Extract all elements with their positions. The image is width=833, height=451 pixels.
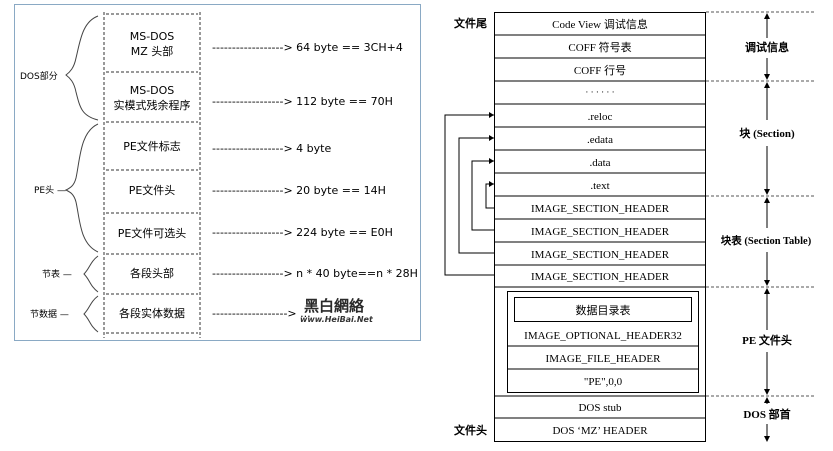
size-mz: ------------------> 64 byte == 3CH+4 xyxy=(212,41,403,54)
row-data: .data xyxy=(589,157,610,169)
label-file-start: 文件头 xyxy=(454,423,487,437)
arrow-header1-to-text xyxy=(485,183,494,209)
cell-mz-line1: MS-DOS xyxy=(130,30,175,43)
label-file-end: 文件尾 xyxy=(454,16,487,30)
row-ellipsis: · · · · · · xyxy=(585,87,614,97)
group-label-pe: PE头 — xyxy=(34,185,66,196)
right-rows: Code View 调试信息 COFF 符号表 COFF 行号 · · · · … xyxy=(524,17,682,437)
row-section-header-1: IMAGE_SECTION_HEADER xyxy=(531,203,670,215)
row-optional-header: IMAGE_OPTIONAL_HEADER32 xyxy=(524,330,682,342)
arrow-header2-to-data xyxy=(471,160,494,231)
size-section-headers: ------------------> n * 40 byte==n * 28H xyxy=(212,267,418,280)
row-section-header-2: IMAGE_SECTION_HEADER xyxy=(531,226,670,238)
group-label-dos: DOS部分 xyxy=(20,70,58,82)
bracket-label-section: 块 (Section) xyxy=(739,126,795,140)
diagram-canvas: DOS部分 PE头 — 节表 — 节数据 — MS-DOS MZ 头部 MS-D… xyxy=(14,4,815,442)
row-section-header-4: IMAGE_SECTION_HEADER xyxy=(531,271,670,283)
size-pe-sig: ------------------> 4 byte xyxy=(212,142,331,155)
row-dos-mz-header: DOS ‘MZ’ HEADER xyxy=(552,425,648,437)
section-pointer-arrowheads xyxy=(489,112,494,187)
left-panel-border xyxy=(14,4,421,341)
row-pe-signature: "PE",0,0 xyxy=(584,376,623,388)
cell-stub-line1: MS-DOS xyxy=(130,84,175,97)
row-edata: .edata xyxy=(587,134,613,146)
row-section-header-3: IMAGE_SECTION_HEADER xyxy=(531,249,670,261)
row-file-header: IMAGE_FILE_HEADER xyxy=(546,353,662,365)
cell-section-headers: 各段头部 xyxy=(130,266,174,280)
row-text: .text xyxy=(590,180,609,192)
watermark-top: 黑白網絡 xyxy=(304,297,365,315)
cell-pe-header: PE文件头 xyxy=(129,183,176,197)
row-coff-symbols: COFF 符号表 xyxy=(568,40,631,54)
cell-stub-line2: 实模式残余程序 xyxy=(114,98,191,112)
section-pointer-arrows xyxy=(444,114,494,276)
group-label-sec: 节表 — xyxy=(42,268,72,280)
cell-pe-optional: PE文件可选头 xyxy=(118,226,187,240)
bracket-label-section-table: 块表 (Section Table) xyxy=(721,234,812,247)
cell-pe-sig: PE文件标志 xyxy=(123,139,181,153)
bracket-label-pe-header: PE 文件头 xyxy=(742,333,792,347)
watermark-logo: 黑白網絡 www.HeiBai.Net xyxy=(300,297,374,324)
row-coff-lines: COFF 行号 xyxy=(574,64,626,77)
bracket-label-dos-header: DOS 部首 xyxy=(743,407,790,421)
size-stub: ------------------> 112 byte == 70H xyxy=(212,95,393,108)
size-pe-optional: ------------------> 224 byte == E0H xyxy=(212,226,393,239)
watermark-bottom: www.HeiBai.Net xyxy=(300,315,374,324)
left-panel: DOS部分 PE头 — 节表 — 节数据 — MS-DOS MZ 头部 MS-D… xyxy=(14,4,421,341)
arrow-header3-to-edata xyxy=(458,137,494,254)
cell-section-data: 各段实体数据 xyxy=(119,306,185,320)
size-pe-header: ------------------> 20 byte == 14H xyxy=(212,184,386,197)
row-reloc: .reloc xyxy=(588,111,613,123)
arrow-header4-to-reloc xyxy=(444,114,494,276)
bracket-label-debug: 调试信息 xyxy=(745,40,789,54)
size-section-data: -------------------> ... xyxy=(212,307,311,320)
right-panel: 文件尾 文件头 Code View 调试信息 COFF 符号表 COFF 行号 … xyxy=(444,11,815,442)
row-codeview: Code View 调试信息 xyxy=(552,17,648,31)
group-label-data: 节数据 — xyxy=(30,308,69,320)
row-data-directory: 数据目录表 xyxy=(576,303,631,317)
row-dos-stub: DOS stub xyxy=(578,402,622,414)
cell-mz-line2: MZ 头部 xyxy=(131,44,174,58)
